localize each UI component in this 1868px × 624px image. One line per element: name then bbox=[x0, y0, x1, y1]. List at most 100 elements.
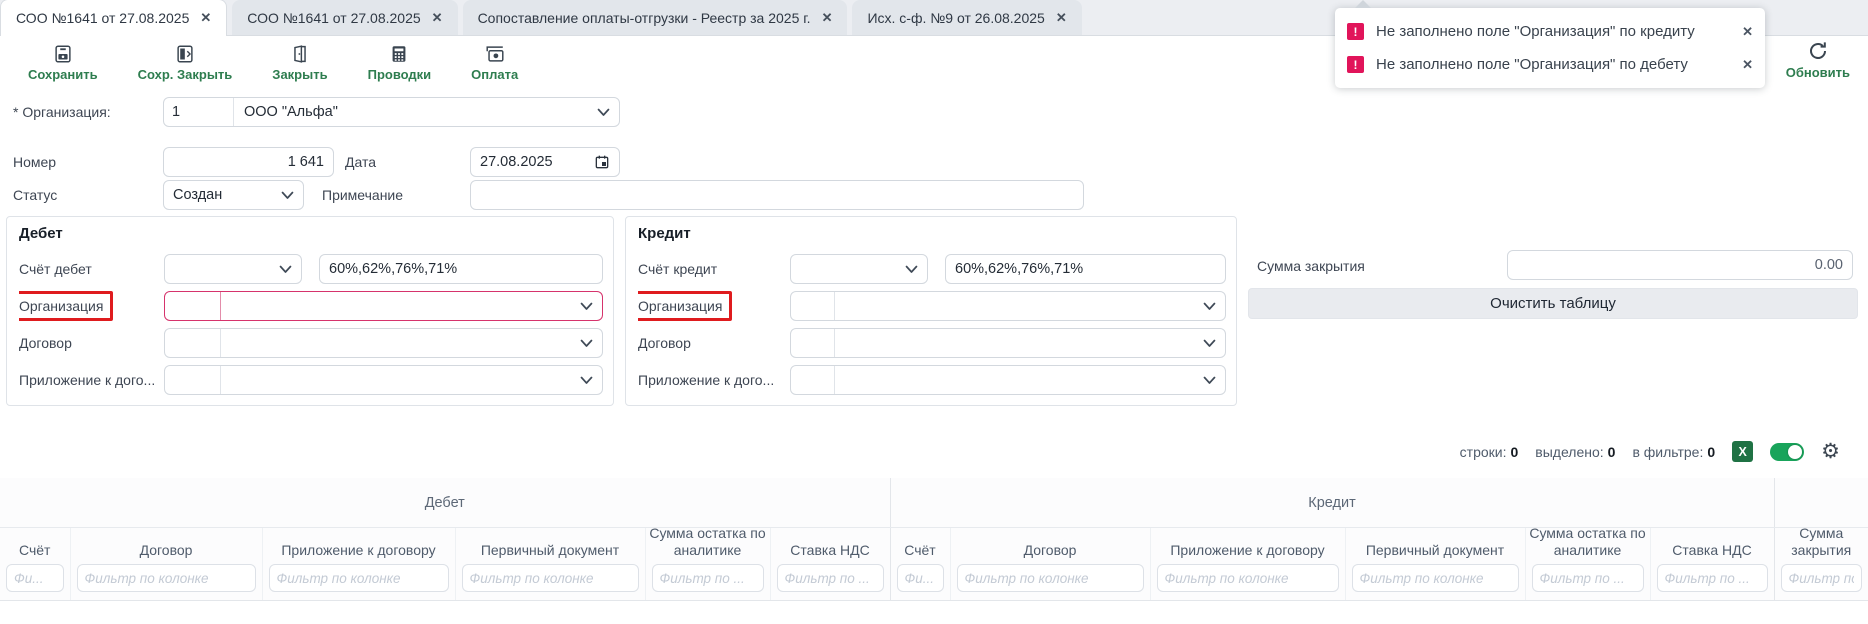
payment-button[interactable]: Оплата bbox=[471, 43, 518, 82]
notification-popup: ! Не заполнено поле "Организация" по кре… bbox=[1335, 8, 1765, 88]
tab-document-2[interactable]: СОО №1641 от 27.08.2025 ✕ bbox=[232, 0, 457, 35]
chevron-down-icon bbox=[597, 98, 619, 126]
tab-invoice[interactable]: Исх. с-ф. №9 от 26.08.2025 ✕ bbox=[852, 0, 1081, 35]
notification-row: ! Не заполнено поле "Организация" по деб… bbox=[1347, 48, 1753, 81]
data-grid: Дебет Кредит Счёт Договор Приложение к д… bbox=[0, 478, 1868, 601]
credit-group-header: Кредит bbox=[890, 478, 1774, 528]
calculator-icon bbox=[388, 43, 410, 65]
postings-button[interactable]: Проводки bbox=[368, 43, 432, 82]
credit-account-select[interactable] bbox=[790, 254, 928, 284]
tab-close-icon[interactable]: ✕ bbox=[1056, 10, 1067, 26]
debit-panel-title: Дебет bbox=[19, 225, 603, 242]
payment-label: Оплата bbox=[471, 67, 518, 82]
column-filter-input[interactable] bbox=[1532, 564, 1644, 592]
column-filter-input[interactable] bbox=[897, 564, 944, 592]
tab-label: СОО №1641 от 27.08.2025 bbox=[247, 10, 420, 26]
column-filter-input[interactable] bbox=[777, 564, 884, 592]
note-label: Примечание bbox=[322, 187, 403, 203]
column-header[interactable]: Договор bbox=[950, 528, 1150, 601]
chevron-down-icon bbox=[281, 181, 303, 209]
grid-toolbar: строки:0 выделено:0 в фильтре:0 X ⚙ bbox=[1460, 441, 1840, 462]
column-filter-input[interactable] bbox=[6, 564, 64, 592]
calendar-icon[interactable] bbox=[594, 148, 619, 176]
save-button[interactable]: Сохранить bbox=[28, 43, 98, 82]
chevron-down-icon bbox=[905, 255, 927, 283]
filter-toggle[interactable] bbox=[1770, 443, 1804, 461]
column-filter-input[interactable] bbox=[462, 564, 639, 592]
status-label: Статус bbox=[13, 187, 57, 203]
status-value: Создан bbox=[164, 181, 281, 209]
tab-document-1[interactable]: СОО №1641 от 27.08.2025 ✕ bbox=[0, 0, 227, 36]
column-header[interactable]: Счёт bbox=[0, 528, 70, 601]
clear-table-button[interactable]: Очистить таблицу bbox=[1248, 288, 1858, 319]
save-label: Сохранить bbox=[28, 67, 98, 82]
column-filter-input[interactable] bbox=[269, 564, 449, 592]
column-filter-input[interactable] bbox=[957, 564, 1144, 592]
closing-sum-input[interactable] bbox=[1507, 250, 1853, 280]
debit-account-mask-input[interactable] bbox=[319, 254, 603, 284]
debit-organization-select[interactable] bbox=[164, 291, 603, 321]
column-header[interactable]: Сумма остатка по аналитике bbox=[645, 528, 770, 601]
column-header[interactable]: Ставка НДС bbox=[1650, 528, 1774, 601]
notification-row: ! Не заполнено поле "Организация" по кре… bbox=[1347, 15, 1753, 48]
organization-select[interactable]: 1 ООО "Альфа" bbox=[163, 97, 620, 127]
debit-annex-select[interactable] bbox=[164, 365, 603, 395]
empty-group-header bbox=[1774, 478, 1868, 528]
tab-label: СОО №1641 от 27.08.2025 bbox=[16, 10, 189, 26]
refresh-button[interactable]: Обновить bbox=[1786, 39, 1850, 80]
column-header[interactable]: Приложение к договору bbox=[1150, 528, 1345, 601]
debit-contract-select[interactable] bbox=[164, 328, 603, 358]
credit-organization-select[interactable] bbox=[790, 291, 1226, 321]
tab-register[interactable]: Сопоставление оплаты-отгрузки - Реестр з… bbox=[463, 0, 848, 35]
column-header[interactable]: Счёт bbox=[890, 528, 950, 601]
credit-account-mask-input[interactable] bbox=[945, 254, 1226, 284]
tab-label: Сопоставление оплаты-отгрузки - Реестр з… bbox=[478, 10, 811, 26]
close-button[interactable]: Закрыть bbox=[272, 43, 327, 82]
tab-close-icon[interactable]: ✕ bbox=[822, 10, 833, 26]
debit-annex-label: Приложение к дого... bbox=[19, 372, 164, 388]
column-header[interactable]: Договор bbox=[70, 528, 262, 601]
debit-organization-label: Организация bbox=[19, 291, 164, 321]
credit-panel-title: Кредит bbox=[638, 225, 1226, 242]
number-input[interactable] bbox=[163, 147, 334, 177]
date-input[interactable]: 27.08.2025 bbox=[470, 147, 620, 177]
date-value: 27.08.2025 bbox=[471, 148, 594, 176]
toggle-knob bbox=[1788, 445, 1802, 459]
notification-close-icon[interactable]: ✕ bbox=[1736, 57, 1753, 73]
error-icon: ! bbox=[1347, 56, 1364, 73]
refresh-label: Обновить bbox=[1786, 65, 1850, 80]
tab-close-icon[interactable]: ✕ bbox=[432, 10, 443, 26]
credit-contract-select[interactable] bbox=[790, 328, 1226, 358]
column-header[interactable]: Приложение к договору bbox=[262, 528, 455, 601]
door-close-icon bbox=[289, 43, 311, 65]
date-label: Дата bbox=[345, 154, 376, 170]
gear-icon[interactable]: ⚙ bbox=[1821, 441, 1840, 462]
column-filter-input[interactable] bbox=[1657, 564, 1768, 592]
error-icon: ! bbox=[1347, 23, 1364, 40]
tab-label: Исх. с-ф. №9 от 26.08.2025 bbox=[867, 10, 1044, 26]
column-header[interactable]: Сумма остатка по аналитике bbox=[1525, 528, 1650, 601]
note-input[interactable] bbox=[470, 180, 1084, 210]
status-select[interactable]: Создан bbox=[163, 180, 304, 210]
organization-label: * Организация: bbox=[13, 104, 111, 120]
notification-close-icon[interactable]: ✕ bbox=[1736, 24, 1753, 40]
column-filter-input[interactable] bbox=[652, 564, 764, 592]
debit-account-label: Счёт дебет bbox=[19, 261, 164, 277]
save-close-button[interactable]: Сохр. Закрыть bbox=[138, 43, 233, 82]
app-window: { "tabs": [ {"label": "СОО №1641 от 27.0… bbox=[0, 0, 1868, 624]
column-header[interactable]: Сумма закрытия bbox=[1774, 528, 1868, 601]
column-header[interactable]: Ставка НДС bbox=[770, 528, 890, 601]
credit-annex-select[interactable] bbox=[790, 365, 1226, 395]
tab-close-icon[interactable]: ✕ bbox=[200, 10, 211, 26]
filtered-counter: в фильтре:0 bbox=[1632, 444, 1715, 460]
column-header[interactable]: Первичный документ bbox=[1345, 528, 1525, 601]
column-header[interactable]: Первичный документ bbox=[455, 528, 645, 601]
closing-sum-label: Сумма закрытия bbox=[1257, 258, 1365, 274]
debit-account-select[interactable] bbox=[164, 254, 302, 284]
column-filter-input[interactable] bbox=[1781, 564, 1863, 592]
chevron-down-icon bbox=[1203, 329, 1225, 357]
excel-export-icon[interactable]: X bbox=[1732, 441, 1753, 462]
column-filter-input[interactable] bbox=[1352, 564, 1519, 592]
column-filter-input[interactable] bbox=[1157, 564, 1339, 592]
column-filter-input[interactable] bbox=[77, 564, 256, 592]
